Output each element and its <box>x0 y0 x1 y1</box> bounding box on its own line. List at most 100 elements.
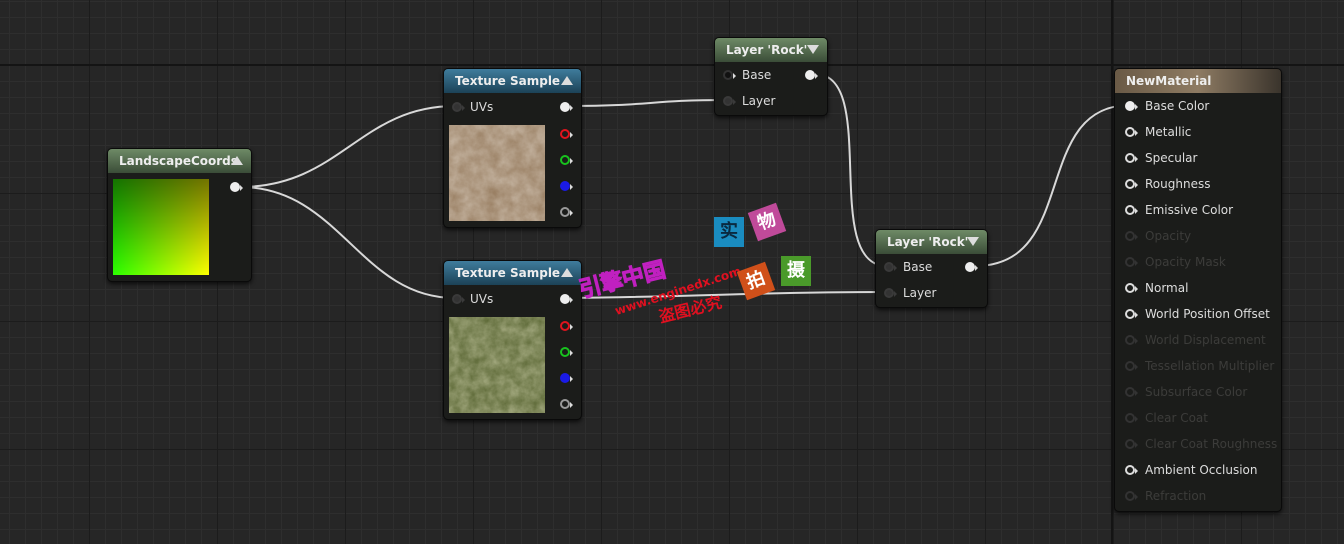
landscape-coords-node[interactable]: LandscapeCoords <box>107 148 252 282</box>
a-output-pin[interactable] <box>560 399 573 409</box>
pin-label: Subsurface Color <box>1145 385 1248 399</box>
material-input-row[interactable]: Refraction <box>1125 488 1206 504</box>
wire-layer2-to-material <box>974 104 1132 267</box>
collapse-icon[interactable] <box>561 268 573 277</box>
wire-texture1-to-layer1 <box>569 99 727 107</box>
pin-label: Clear Coat Roughness <box>1145 437 1278 451</box>
a-output-pin[interactable] <box>560 207 573 217</box>
wire-coords-to-texture2 <box>239 186 456 299</box>
material-input-row[interactable]: Tessellation Multiplier <box>1125 358 1274 374</box>
pin-label: Normal <box>1145 281 1189 295</box>
input-pin[interactable] <box>1125 101 1138 111</box>
material-input-row[interactable]: Normal <box>1125 280 1188 296</box>
node-title: Layer 'Rock' <box>726 43 808 57</box>
material-input-row[interactable]: Metallic <box>1125 124 1191 140</box>
pin-label: Opacity <box>1145 229 1192 243</box>
pin-label: World Position Offset <box>1145 307 1270 321</box>
watermark-tile: 实 <box>714 217 744 247</box>
output-pin[interactable] <box>230 182 243 192</box>
g-output-pin[interactable] <box>560 155 573 165</box>
input-pin[interactable] <box>1125 153 1138 163</box>
rock-dirt-texture-preview <box>449 125 545 221</box>
material-result-node[interactable]: NewMaterial Base Color Metallic Specular Ro… <box>1114 68 1282 512</box>
material-input-row[interactable]: Clear Coat Roughness <box>1125 436 1277 452</box>
base-input-pin[interactable] <box>884 262 897 272</box>
pin-label: Roughness <box>1145 177 1211 191</box>
input-pin[interactable] <box>1125 205 1138 215</box>
input-pin[interactable] <box>1125 283 1138 293</box>
input-pin[interactable] <box>1125 387 1138 397</box>
layer-rock-node-1[interactable]: Layer 'Rock' Base Layer <box>714 37 828 116</box>
rgb-output-pin[interactable] <box>560 102 573 112</box>
uvs-input-pin[interactable] <box>452 294 465 304</box>
pin-label: Base <box>742 68 772 82</box>
layer-input-pin[interactable] <box>884 288 897 298</box>
node-title: Texture Sample <box>455 74 561 88</box>
node-title: Layer 'Rock' <box>887 235 969 249</box>
pin-label: Clear Coat <box>1145 411 1208 425</box>
input-pin[interactable] <box>1125 439 1138 449</box>
material-input-row[interactable]: Opacity <box>1125 228 1191 244</box>
texture-sample-node-1[interactable]: Texture Sample UVs <box>443 68 582 228</box>
pin-label: Layer <box>903 286 937 300</box>
input-pin[interactable] <box>1125 231 1138 241</box>
pin-label: World Displacement <box>1145 333 1266 347</box>
output-pin[interactable] <box>965 262 978 272</box>
b-output-pin[interactable] <box>560 181 573 191</box>
r-output-pin[interactable] <box>560 321 573 331</box>
material-input-row[interactable]: Opacity Mask <box>1125 254 1226 270</box>
material-input-row[interactable]: Specular <box>1125 150 1197 166</box>
material-input-row[interactable]: Ambient Occlusion <box>1125 462 1257 478</box>
material-input-row[interactable]: World Displacement <box>1125 332 1266 348</box>
watermark-tile: 摄 <box>781 256 811 286</box>
input-pin[interactable] <box>1125 413 1138 423</box>
material-input-row[interactable]: Emissive Color <box>1125 202 1233 218</box>
node-header: LandscapeCoords <box>108 149 251 173</box>
layer-input-pin[interactable] <box>723 96 736 106</box>
collapse-icon[interactable] <box>967 237 979 246</box>
collapse-icon[interactable] <box>231 156 243 165</box>
texture-sample-node-2[interactable]: Texture Sample UVs <box>443 260 582 420</box>
pin-label: Refraction <box>1145 489 1207 503</box>
input-pin[interactable] <box>1125 465 1138 475</box>
coords-preview <box>113 179 209 275</box>
node-title: Texture Sample <box>455 266 561 280</box>
pin-label: Layer <box>742 94 776 108</box>
wire-coords-to-texture1 <box>239 105 456 188</box>
pin-label: Emissive Color <box>1145 203 1234 217</box>
input-pin[interactable] <box>1125 491 1138 501</box>
pin-label: Ambient Occlusion <box>1145 463 1258 477</box>
pin-label: Opacity Mask <box>1145 255 1226 269</box>
output-pin[interactable] <box>805 70 818 80</box>
input-pin[interactable] <box>1125 335 1138 345</box>
g-output-pin[interactable] <box>560 347 573 357</box>
uvs-input-pin[interactable] <box>452 102 465 112</box>
grass-texture-preview <box>449 317 545 413</box>
input-pin[interactable] <box>1125 361 1138 371</box>
pin-label: Base <box>903 260 933 274</box>
r-output-pin[interactable] <box>560 129 573 139</box>
base-input-pin[interactable] <box>723 70 736 80</box>
input-pin[interactable] <box>1125 257 1138 267</box>
input-pin[interactable] <box>1125 127 1138 137</box>
material-input-row[interactable]: Clear Coat <box>1125 410 1208 426</box>
layer-rock-node-2[interactable]: Layer 'Rock' Base Layer <box>875 229 988 308</box>
material-input-row[interactable]: Roughness <box>1125 176 1210 192</box>
pin-label: Base Color <box>1145 99 1210 113</box>
pin-label: UVs <box>470 292 494 306</box>
pin-label: Tessellation Multiplier <box>1145 359 1275 373</box>
pin-label: UVs <box>470 100 494 114</box>
pin-label: Metallic <box>1145 125 1192 139</box>
collapse-icon[interactable] <box>561 76 573 85</box>
rgb-output-pin[interactable] <box>560 294 573 304</box>
node-title: LandscapeCoords <box>119 154 238 168</box>
material-input-row[interactable]: Subsurface Color <box>1125 384 1247 400</box>
input-pin[interactable] <box>1125 179 1138 189</box>
material-input-row[interactable]: Base Color <box>1125 98 1209 114</box>
node-title: NewMaterial <box>1126 74 1212 88</box>
pin-label: Specular <box>1145 151 1198 165</box>
b-output-pin[interactable] <box>560 373 573 383</box>
input-pin[interactable] <box>1125 309 1138 319</box>
collapse-icon[interactable] <box>807 45 819 54</box>
material-input-row[interactable]: World Position Offset <box>1125 306 1270 322</box>
